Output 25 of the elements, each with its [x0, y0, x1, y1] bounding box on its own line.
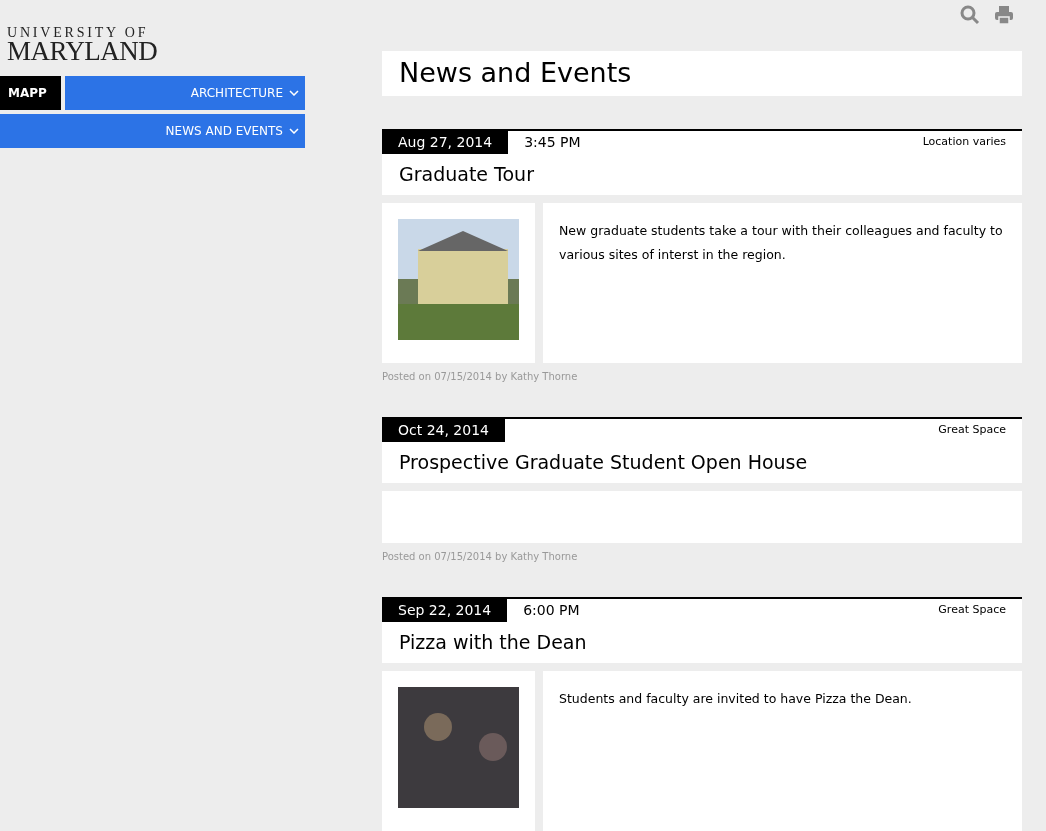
event-time: 3:45 PM — [524, 133, 581, 152]
event-date: Aug 27, 2014 — [382, 131, 509, 154]
event-date: Oct 24, 2014 — [382, 419, 505, 442]
event-title: Pizza with the Dean — [399, 630, 587, 656]
posted-info: Posted on 07/15/2014 by Kathy Thorne — [382, 370, 579, 384]
event-date: Sep 22, 2014 — [382, 599, 508, 622]
logo-text: MARYLAND — [7, 38, 159, 65]
event-location: Location varies — [922, 134, 1006, 151]
nav-menu-item[interactable]: NEWS AND EVENTS — [0, 114, 305, 148]
posted-info: Posted on 07/15/2014 by Kathy Thorne — [382, 550, 579, 564]
printer-icon[interactable] — [994, 5, 1014, 25]
event-description: Students and faculty are invited to have Pizza the Dean. — [559, 690, 913, 708]
chevron-down-icon — [289, 128, 299, 134]
event-description: New graduate students take a tour with their colleagues and faculty to various sites of interst in the region. — [559, 222, 1004, 264]
event-title: Prospective Graduate Student Open House — [399, 450, 808, 476]
nav-menu-item[interactable]: ARCHITECTURE — [65, 76, 305, 110]
logo-text: UNIVERSITY OF — [7, 26, 150, 40]
event-title: Graduate Tour — [399, 162, 534, 188]
event-time: 6:00 PM — [523, 601, 580, 620]
event-location: Great Space — [938, 422, 1006, 439]
search-icon[interactable] — [960, 5, 980, 25]
event-location: Great Space — [938, 602, 1006, 619]
chevron-down-icon — [289, 90, 299, 96]
home-link[interactable]: MAPP — [0, 76, 61, 110]
page-title: News and Events — [399, 56, 632, 90]
